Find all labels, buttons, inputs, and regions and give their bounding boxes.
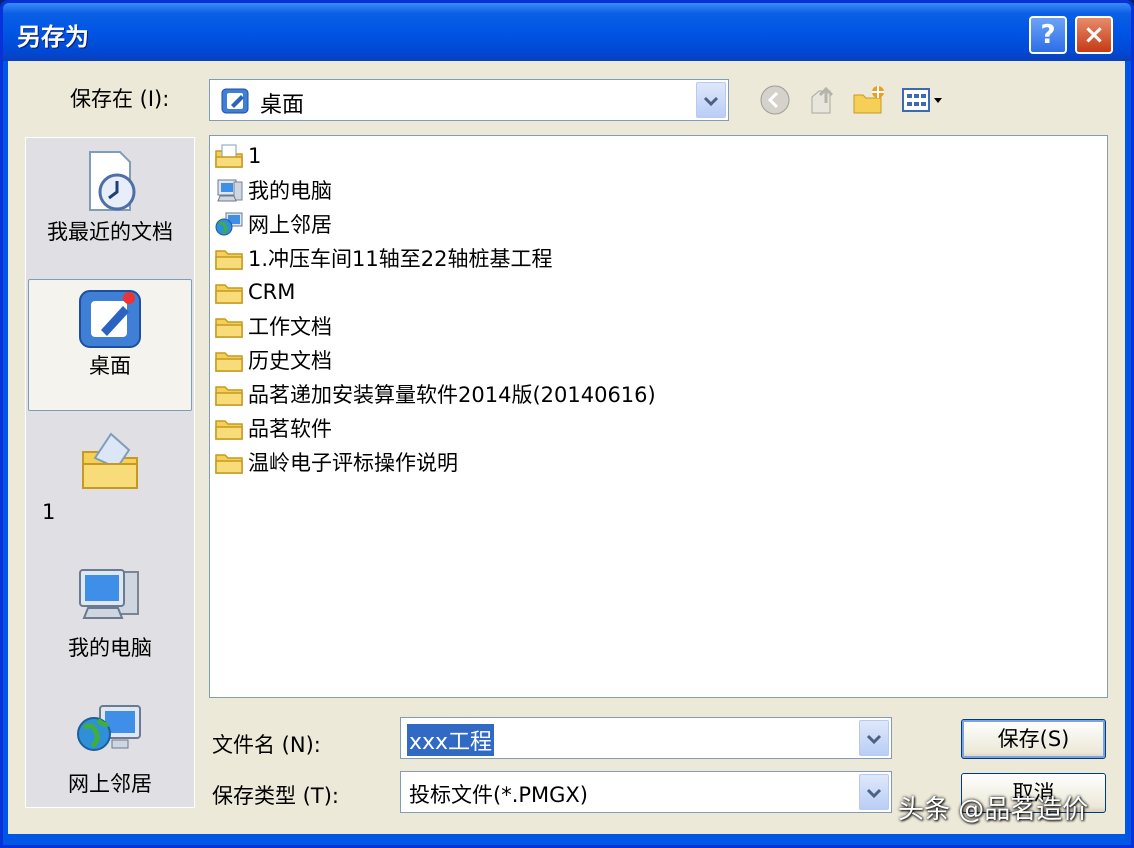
chevron-down-icon[interactable] [859,774,889,810]
folder-icon [215,352,243,372]
list-item[interactable]: 温岭电子评标操作说明 [214,446,458,478]
folder-icon [215,386,243,406]
desktop-icon [221,88,249,114]
places-bar: 我最近的文档 桌面 1 我的电脑 网上邻居 [25,137,195,808]
view-menu-icon[interactable] [900,83,946,117]
save-in-value: 桌面 [260,93,305,118]
place-label: 1 [42,500,56,524]
folder-icon [215,454,243,474]
file-name: 工作文档 [248,315,332,339]
file-name: 1 [248,144,262,168]
place-label: 我的电脑 [68,636,152,660]
place-desktop[interactable]: 桌面 [28,279,192,411]
watermark-text: 头条 @品茗造价 [898,795,1089,825]
network-places-icon [77,705,141,751]
place-label: 我最近的文档 [47,220,173,244]
place-label: 网上邻居 [68,772,152,796]
save-as-dialog: 另存为 ? × 保存在 (I): 桌面 我最近的文档 桌面 1 我的电脑 网上邻… [0,0,1134,848]
folder-icon [215,284,243,304]
desktop-icon [79,290,141,348]
place-user-folder[interactable]: 1 [26,428,194,524]
chevron-down-icon[interactable] [696,82,726,118]
file-list[interactable]: 1 我的电脑网上邻居 1.冲压车间11轴至22轴桩基工程 CRM 工作文档历史文档品茗递… [209,135,1108,698]
folder-icon [215,318,243,338]
filetype-value: 投标文件(*.PMGX) [409,783,589,807]
up-folder-icon[interactable] [806,83,840,117]
file-name: CRM [248,280,296,304]
filetype-label: 保存类型 (T): [212,784,339,808]
file-name: 我的电脑 [248,179,332,203]
filename-value[interactable]: xxx工程 [407,724,495,756]
my-computer-icon [217,179,243,202]
user-folder-icon [215,144,243,168]
filetype-dropdown[interactable]: 投标文件(*.PMGX) [400,771,892,813]
list-item[interactable]: 我的电脑 [214,174,332,206]
list-item[interactable]: 网上邻居 [214,208,332,240]
network-places-icon [215,212,243,236]
folder-icon [215,420,243,440]
place-my-computer[interactable]: 我的电脑 [26,564,194,662]
list-item[interactable]: 1 [214,140,261,172]
list-item[interactable]: 历史文档 [214,344,332,376]
place-network-places[interactable]: 网上邻居 [26,700,194,798]
place-label: 桌面 [89,354,131,378]
list-item[interactable]: CRM [214,276,295,308]
list-item[interactable]: 品茗递加安装算量软件2014版(20140616) [214,378,656,410]
list-item[interactable]: 工作文档 [214,310,332,342]
folder-icon [215,250,243,270]
new-folder-icon[interactable] [851,83,887,117]
recent-documents-icon [89,151,136,211]
close-button[interactable]: × [1075,16,1113,54]
file-name: 温岭电子评标操作说明 [248,451,458,475]
file-name: 1.冲压车间11轴至22轴桩基工程 [248,247,553,271]
user-folder-icon [82,432,138,489]
help-button[interactable]: ? [1029,16,1067,54]
file-name: 品茗软件 [248,417,332,441]
file-name: 历史文档 [248,349,332,373]
back-icon[interactable] [758,83,792,117]
file-name: 网上邻居 [248,213,332,237]
file-name: 品茗递加安装算量软件2014版(20140616) [248,383,656,407]
list-item[interactable]: 1.冲压车间11轴至22轴桩基工程 [214,242,552,274]
save-in-label: 保存在 (I): [70,87,170,111]
dialog-title: 另存为 [17,23,89,51]
save-button[interactable]: 保存(S) [961,719,1106,759]
dialog-body: 保存在 (I): 桌面 我最近的文档 桌面 1 我的电脑 网上邻居 1 我的电脑… [8,61,1125,834]
chevron-down-icon[interactable] [859,720,889,756]
filename-label: 文件名 (N): [212,733,321,757]
place-recent-documents[interactable]: 我最近的文档 [26,148,194,246]
filename-field[interactable]: xxx工程 [400,717,892,759]
save-in-dropdown[interactable]: 桌面 [209,79,729,121]
my-computer-icon [79,569,139,619]
list-item[interactable]: 品茗软件 [214,412,332,444]
title-bar[interactable]: 另存为 ? × [3,3,1131,61]
